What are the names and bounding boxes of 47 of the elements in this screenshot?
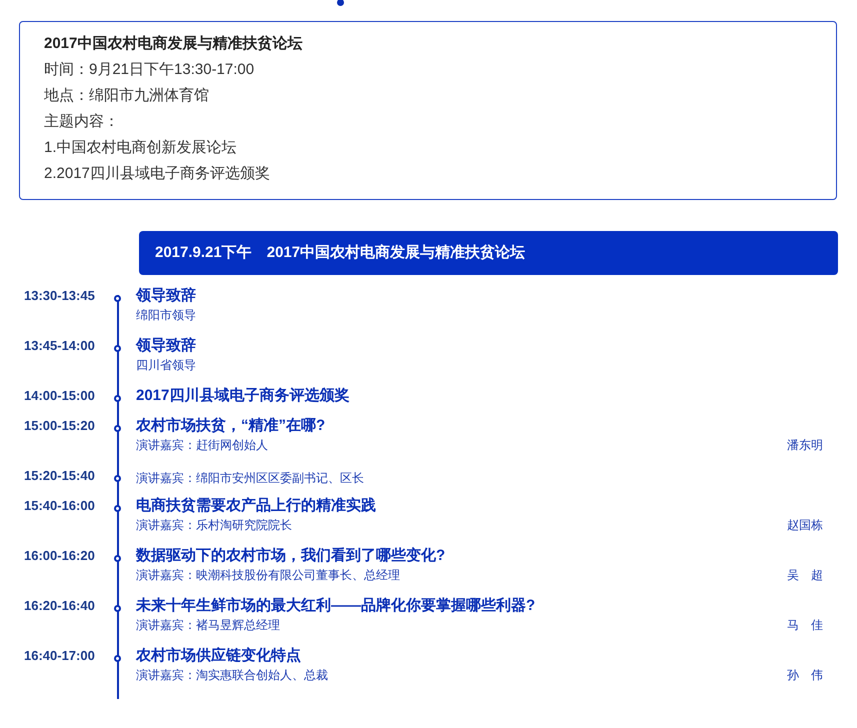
speaker-name: 吴 超 — [787, 567, 823, 583]
time-label: 15:00-15:20 — [24, 418, 95, 433]
speaker-name: 赵国栋 — [787, 517, 823, 533]
session-title: 2017四川县域电子商务评选颁奖 — [136, 386, 350, 406]
timeline-dot — [114, 555, 121, 562]
speaker-role: 绵阳市领导 — [136, 307, 196, 323]
info-line: 1.中国农村电商创新发展论坛 — [44, 138, 238, 158]
speaker-role: 演讲嘉宾：赶街网创始人 — [136, 437, 268, 453]
card-title: 2017中国农村电商发展与精准扶贫论坛 — [44, 34, 304, 54]
timeline-dot — [114, 395, 121, 402]
time-label: 16:20-16:40 — [24, 598, 95, 613]
time-label: 13:30-13:45 — [24, 288, 95, 303]
info-line: 主题内容： — [44, 112, 120, 132]
agenda-header: 2017.9.21下午 2017中国农村电商发展与精准扶贫论坛 — [139, 231, 838, 275]
session-title: 农村市场扶贫，“精准”在哪? — [136, 416, 326, 436]
timeline-dot — [114, 505, 121, 512]
speaker-role: 演讲嘉宾：乐村淘研究院院长 — [136, 517, 292, 533]
speaker-role: 演讲嘉宾：淘实惠联合创始人、总裁 — [136, 667, 328, 683]
time-label: 16:00-16:20 — [24, 548, 95, 563]
timeline-dot — [114, 345, 121, 352]
speaker-role: 演讲嘉宾：映潮科技股份有限公司董事长、总经理 — [136, 567, 400, 583]
session-title: 农村市场供应链变化特点 — [136, 646, 302, 666]
speaker-role: 演讲嘉宾：绵阳市安州区区委副书记、区长 — [136, 470, 364, 486]
session-title: 领导致辞 — [136, 336, 197, 356]
timeline-dot — [114, 425, 121, 432]
time-label: 14:00-15:00 — [24, 388, 95, 403]
timeline-dot — [114, 655, 121, 662]
time-label: 15:40-16:00 — [24, 498, 95, 513]
speaker-role: 演讲嘉宾：褚马昱辉总经理 — [136, 617, 280, 633]
speaker-name: 孙 伟 — [787, 667, 823, 683]
time-label: 16:40-17:00 — [24, 648, 95, 663]
timeline-dot — [337, 0, 344, 6]
time-label: 15:20-15:40 — [24, 468, 95, 483]
timeline-dot — [114, 475, 121, 482]
speaker-name: 潘东明 — [787, 437, 823, 453]
session-title: 数据驱动下的农村市场，我们看到了哪些变化? — [136, 546, 446, 566]
info-line: 2.2017四川县域电子商务评选颁奖 — [44, 164, 271, 184]
session-title: 领导致辞 — [136, 286, 197, 306]
session-title: 电商扶贫需要农产品上行的精准实践 — [136, 496, 377, 516]
timeline-dot — [114, 295, 121, 302]
session-title: 未来十年生鲜市场的最大红利——品牌化你要掌握哪些利器? — [136, 596, 536, 616]
speaker-name: 马 佳 — [787, 617, 823, 633]
info-line: 地点：绵阳市九洲体育馆 — [44, 86, 210, 106]
info-line: 时间：9月21日下午13:30-17:00 — [44, 60, 256, 80]
timeline-dot — [114, 605, 121, 612]
time-label: 13:45-14:00 — [24, 338, 95, 353]
speaker-role: 四川省领导 — [136, 357, 196, 373]
